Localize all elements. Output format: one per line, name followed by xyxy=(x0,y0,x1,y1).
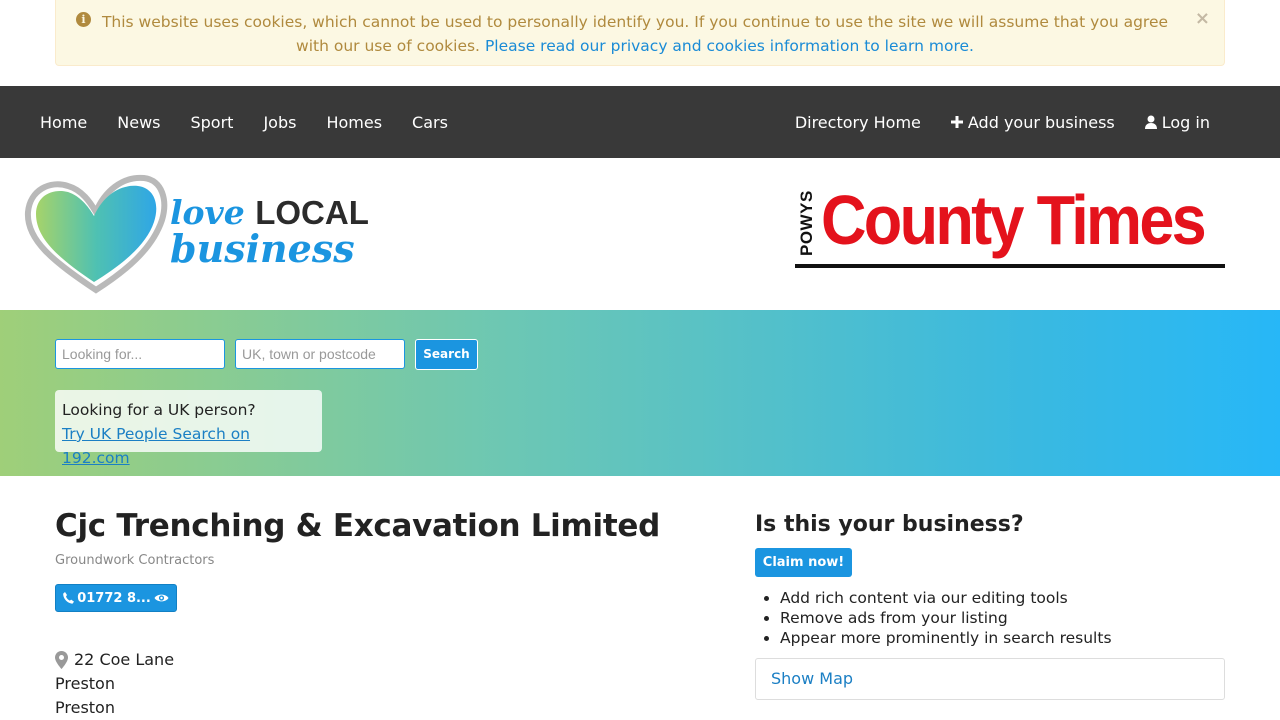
phone-number: 01772 8... xyxy=(77,590,151,606)
address-line-1: 22 Coe Lane xyxy=(74,650,175,669)
phone-icon xyxy=(63,592,75,604)
looking-for-input[interactable]: Looking for... xyxy=(55,339,225,369)
close-icon[interactable]: × xyxy=(1195,8,1210,29)
cookie-banner: i This website uses cookies, which canno… xyxy=(55,0,1225,66)
people-search-link[interactable]: Try UK People Search on 192.com xyxy=(62,422,315,470)
search-button[interactable]: Search xyxy=(415,339,478,370)
benefit-item: Remove ads from your listing xyxy=(780,608,1112,628)
address-line-3: Preston xyxy=(55,698,115,717)
logo-underline xyxy=(795,264,1225,268)
search-band: Looking for... UK, town or postcode Sear… xyxy=(0,310,1280,476)
business-address: 22 Coe Lane Preston Preston xyxy=(55,648,174,720)
user-icon xyxy=(1144,115,1157,129)
nav-home[interactable]: Home xyxy=(25,113,102,132)
map-marker-icon xyxy=(55,651,68,669)
claim-now-button[interactable]: Claim now! xyxy=(755,548,852,577)
top-navigation: Home News Sport Jobs Homes Cars Director… xyxy=(0,86,1280,158)
business-name: Cjc Trenching & Excavation Limited xyxy=(55,508,660,544)
nav-right: Directory Home Add your business Log in xyxy=(780,86,1225,158)
privacy-cookies-link[interactable]: Please read our privacy and cookies info… xyxy=(485,37,974,55)
nav-add-business[interactable]: Add your business xyxy=(936,113,1130,132)
people-search-question: Looking for a UK person? xyxy=(62,401,256,419)
directory-home-label: Directory Home xyxy=(794,112,921,132)
love-local-business-logo[interactable]: love LOCAL business xyxy=(24,172,369,296)
nav-homes[interactable]: Homes xyxy=(311,113,397,132)
heart-icon xyxy=(24,174,168,294)
eye-icon xyxy=(154,594,169,602)
show-map-link[interactable]: Show Map xyxy=(771,669,853,688)
benefit-item: Appear more prominently in search result… xyxy=(780,628,1112,648)
add-business-label: Add your business xyxy=(967,112,1115,132)
powys-label: POWYS xyxy=(797,190,816,256)
location-input[interactable]: UK, town or postcode xyxy=(235,339,405,369)
powys-label-wrap: POWYS xyxy=(797,190,816,256)
nav-news[interactable]: News xyxy=(102,113,175,132)
nav-log-in[interactable]: Log in xyxy=(1130,113,1225,132)
log-in-label: Log in xyxy=(1161,112,1210,132)
address-line-2: Preston xyxy=(55,674,115,693)
nav-sport[interactable]: Sport xyxy=(175,113,248,132)
nav-jobs[interactable]: Jobs xyxy=(248,113,311,132)
county-times-title: County Times xyxy=(821,181,1207,259)
benefit-item: Add rich content via our editing tools xyxy=(780,588,1112,608)
people-search-box: Looking for a UK person? Try UK People S… xyxy=(55,390,322,467)
powys-county-times-logo[interactable]: POWYS County Times xyxy=(795,181,1225,272)
nav-directory-home[interactable]: Directory Home xyxy=(780,113,936,132)
reveal-phone-button[interactable]: 01772 8... xyxy=(55,584,177,612)
cookie-message: This website uses cookies, which cannot … xyxy=(86,10,1184,58)
logo-business: business xyxy=(170,226,355,271)
nav-cars[interactable]: Cars xyxy=(397,113,463,132)
plus-icon xyxy=(950,116,963,128)
nav-left: Home News Sport Jobs Homes Cars xyxy=(25,86,463,158)
business-category[interactable]: Groundwork Contractors xyxy=(55,553,214,568)
map-panel: Show Map xyxy=(755,658,1225,700)
claim-heading: Is this your business? xyxy=(755,512,1024,537)
claim-benefits-list: Add rich content via our editing tools R… xyxy=(780,588,1112,648)
address-line-1-row: 22 Coe Lane xyxy=(55,648,174,672)
